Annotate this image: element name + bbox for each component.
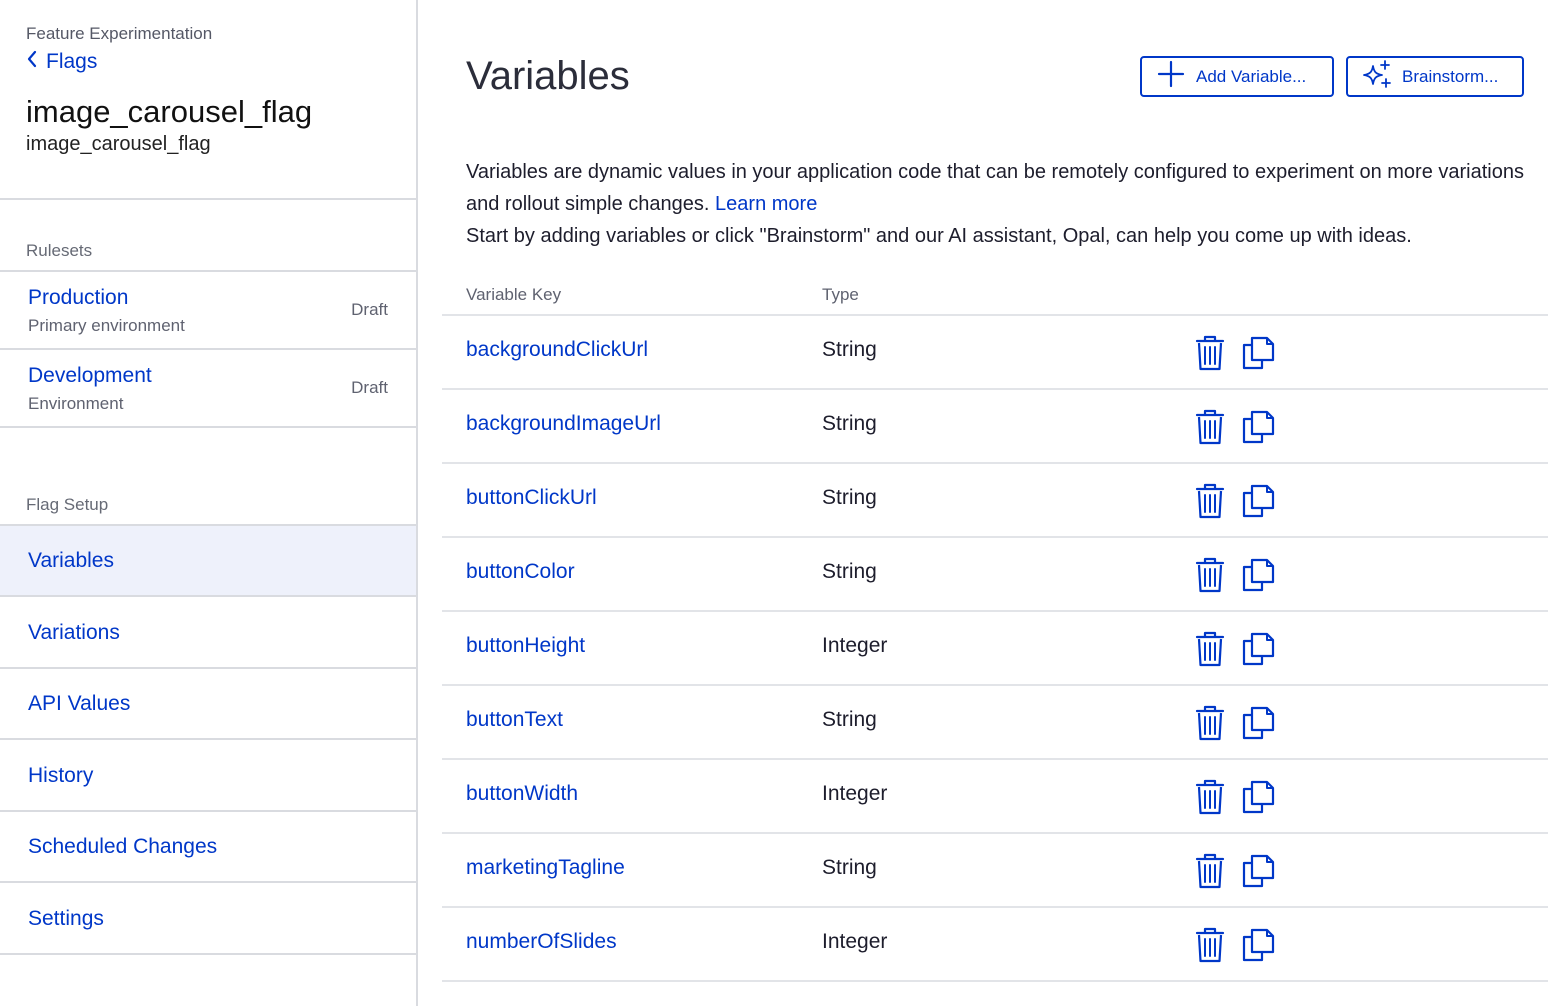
variable-key-link[interactable]: backgroundImageUrl [466,412,661,436]
sidebar-header: Feature Experimentation Flags image_caro… [0,0,416,200]
brainstorm-label: Brainstorm... [1402,66,1499,86]
trash-icon[interactable] [1194,852,1226,890]
sparkles-icon [1362,60,1392,93]
trash-icon[interactable] [1194,556,1226,594]
nav-item-variables[interactable]: Variables [0,526,416,597]
copy-icon[interactable] [1240,482,1276,518]
table-row: backgroundClickUrl String [442,316,1548,390]
ruleset-name: Production [28,286,129,309]
nav-item-variations[interactable]: Variations [0,598,416,669]
table-row: buttonWidth Integer [442,760,1548,834]
table-row: marketingTagline String [442,834,1548,908]
variable-key-link[interactable]: backgroundClickUrl [466,338,648,362]
flag-setup-label: Flag Setup [26,495,109,514]
variable-type: Integer [822,930,888,953]
flag-title: image_carousel_flag [26,94,313,129]
table-row: buttonText String [442,686,1548,760]
copy-icon[interactable] [1240,408,1276,444]
variable-type: String [822,486,877,509]
ruleset-status: Draft [351,378,388,397]
variable-key-link[interactable]: marketingTagline [466,856,625,880]
variable-key-link[interactable]: buttonText [466,708,563,732]
variable-type: String [822,412,877,435]
main-content: Variables Add Variable... Brainstorm... … [420,0,1564,1006]
table-row: buttonClickUrl String [442,464,1548,538]
ruleset-development[interactable]: Development Environment Draft [0,350,416,428]
trash-icon[interactable] [1194,630,1226,668]
variable-type: String [822,708,877,731]
trash-icon[interactable] [1194,334,1226,372]
table-row: numberOfSlides Integer [442,908,1548,982]
nav-item-scheduled-changes[interactable]: Scheduled Changes [0,812,416,883]
trash-icon[interactable] [1194,778,1226,816]
learn-more-link[interactable]: Learn more [715,193,817,215]
copy-icon[interactable] [1240,630,1276,666]
chevron-left-icon [26,50,38,74]
variable-key-link[interactable]: buttonClickUrl [466,486,597,510]
copy-icon[interactable] [1240,556,1276,592]
variable-key-link[interactable]: numberOfSlides [466,930,617,954]
ruleset-status: Draft [351,300,388,319]
variable-type: Integer [822,782,888,805]
column-header-variable-key: Variable Key [466,285,562,304]
variable-type: Integer [822,634,888,657]
copy-icon[interactable] [1240,778,1276,814]
plus-icon [1156,60,1186,93]
nav-item-api-values[interactable]: API Values [0,669,416,740]
nav-item-settings[interactable]: Settings [0,884,416,955]
variable-key-link[interactable]: buttonColor [466,560,575,584]
copy-icon[interactable] [1240,334,1276,370]
table-row: buttonColor String [442,538,1548,612]
copy-icon[interactable] [1240,926,1276,962]
back-to-flags-link[interactable]: Flags [26,50,97,74]
add-variable-label: Add Variable... [1196,66,1307,86]
description-text: Variables are dynamic values in your app… [466,161,1524,215]
rulesets-label: Rulesets [26,241,93,260]
trash-icon[interactable] [1194,926,1226,964]
table-row: backgroundImageUrl String [442,390,1548,464]
ruleset-production[interactable]: Production Primary environment Draft [0,272,416,350]
flag-key: image_carousel_flag [26,133,211,155]
variable-key-link[interactable]: buttonHeight [466,634,585,658]
description-text-2: Start by adding variables or click "Brai… [466,225,1412,247]
variable-key-link[interactable]: buttonWidth [466,782,578,806]
ruleset-name: Development [28,364,152,387]
copy-icon[interactable] [1240,704,1276,740]
app-name: Feature Experimentation [26,24,213,43]
variable-type: String [822,560,877,583]
brainstorm-button[interactable]: Brainstorm... [1346,56,1524,97]
table-row: buttonHeight Integer [442,612,1548,686]
back-link-label: Flags [46,50,98,73]
trash-icon[interactable] [1194,408,1226,446]
variable-type: String [822,856,877,879]
trash-icon[interactable] [1194,704,1226,742]
sidebar: Feature Experimentation Flags image_caro… [0,0,418,1006]
copy-icon[interactable] [1240,852,1276,888]
variable-type: String [822,338,877,361]
ruleset-subtitle: Environment [28,394,124,413]
add-variable-button[interactable]: Add Variable... [1140,56,1334,97]
page-title: Variables [466,54,630,98]
trash-icon[interactable] [1194,482,1226,520]
description: Variables are dynamic values in your app… [466,156,1546,252]
column-header-type: Type [822,285,859,304]
nav-item-history[interactable]: History [0,741,416,812]
ruleset-subtitle: Primary environment [28,316,185,335]
